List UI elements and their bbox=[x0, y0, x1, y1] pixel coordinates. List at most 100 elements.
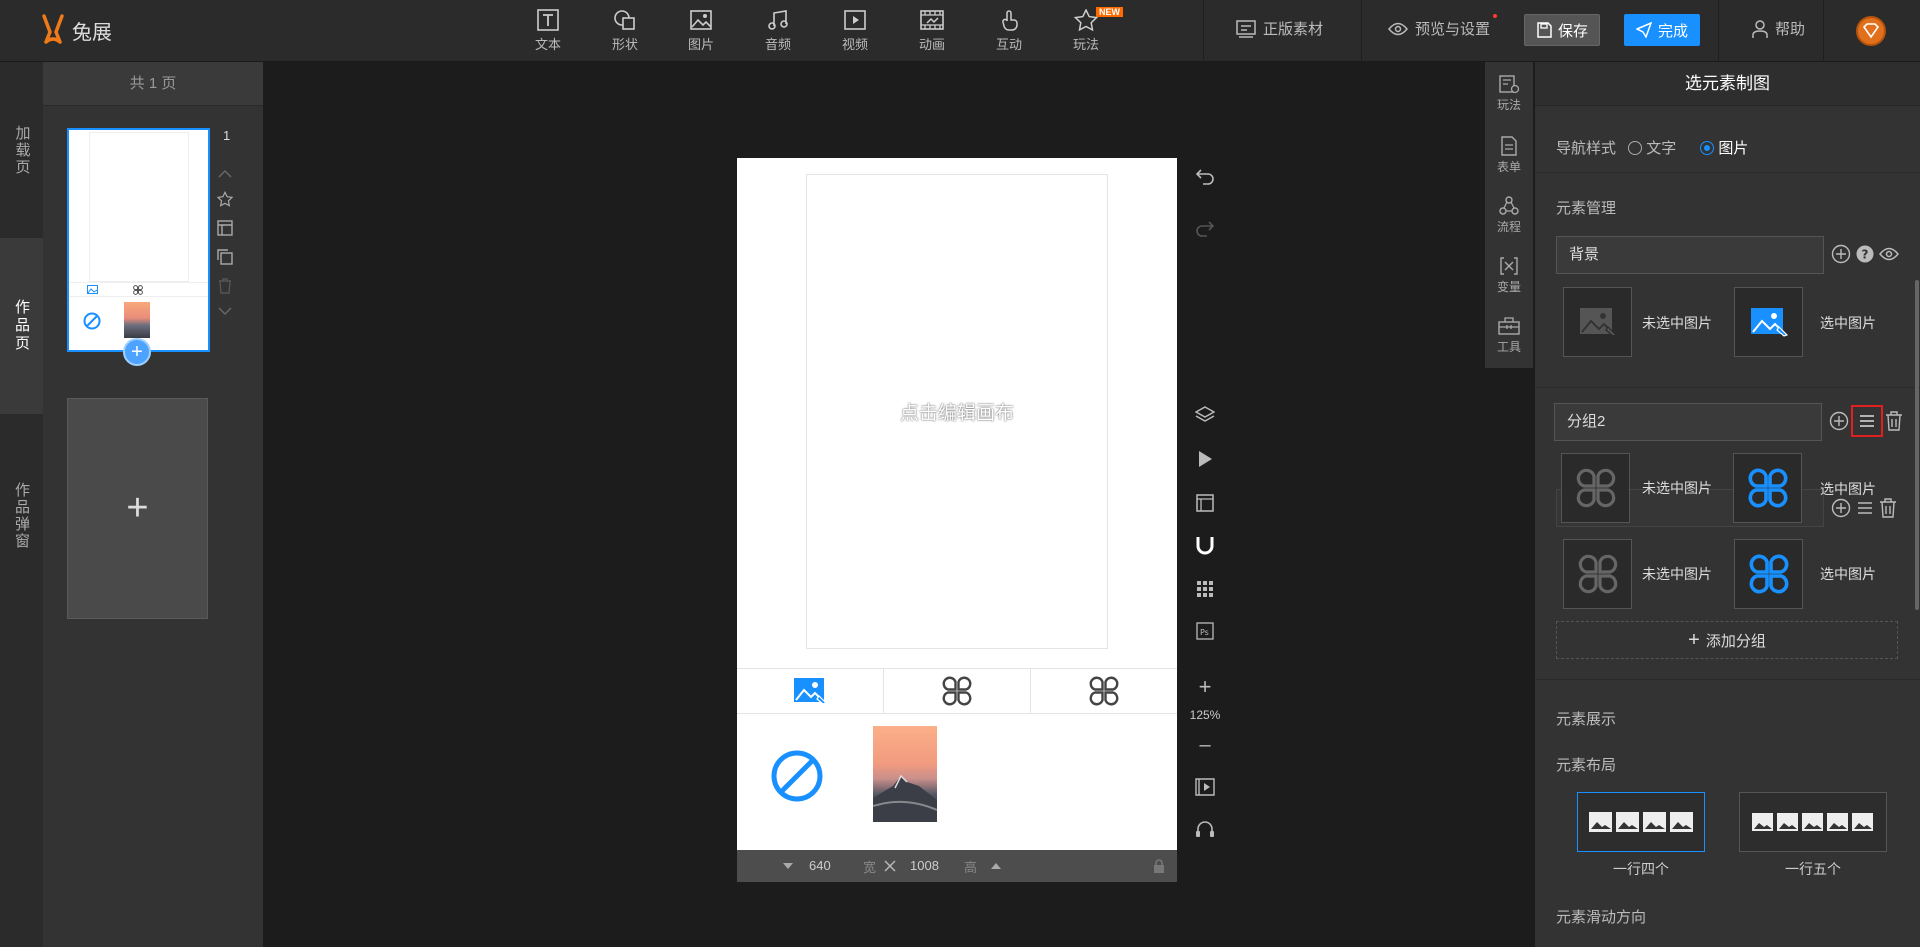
redo-button[interactable] bbox=[1178, 220, 1232, 238]
nav-work-page[interactable]: 作品页 bbox=[0, 238, 43, 414]
radio-text[interactable] bbox=[1628, 141, 1643, 155]
tab-form[interactable]: 表单 bbox=[1485, 136, 1533, 175]
selected-image-slot[interactable] bbox=[1733, 453, 1802, 523]
add-circle-icon[interactable] bbox=[1831, 498, 1851, 518]
width-input[interactable]: 640 bbox=[805, 856, 863, 876]
mountain-peak-shape bbox=[873, 774, 937, 822]
trash-icon[interactable] bbox=[1885, 411, 1903, 431]
layout-five-per-row[interactable] bbox=[1739, 792, 1887, 852]
toolbar-shape[interactable]: 形状 bbox=[602, 9, 648, 53]
add-page-button[interactable]: + bbox=[67, 398, 208, 619]
frame-button[interactable] bbox=[1178, 494, 1232, 512]
drag-handle-icon[interactable] bbox=[1855, 498, 1875, 518]
toolbar-text[interactable]: 文本 bbox=[525, 9, 571, 53]
add-page-below-button[interactable]: + bbox=[123, 338, 151, 366]
add-group-label: 添加分组 bbox=[1705, 632, 1766, 650]
unselected-image-slot[interactable] bbox=[1563, 287, 1632, 357]
drag-handle-highlighted[interactable] bbox=[1851, 405, 1883, 437]
grid-button[interactable] bbox=[1178, 580, 1232, 598]
canvas-mountain-photo[interactable] bbox=[873, 726, 937, 822]
chevron-up-icon[interactable] bbox=[218, 170, 232, 178]
add-circle-icon[interactable] bbox=[1831, 244, 1851, 264]
nav-style-image-option[interactable]: 图片 bbox=[1700, 140, 1748, 157]
canvas[interactable]: 点击编辑画布 bbox=[737, 158, 1177, 850]
nav-cell-group2[interactable] bbox=[884, 669, 1031, 713]
help-button[interactable]: 帮助 bbox=[1752, 18, 1805, 39]
thumb-inner-frame bbox=[89, 132, 189, 282]
zoom-out-button[interactable]: – bbox=[1178, 734, 1232, 757]
user-avatar[interactable] bbox=[1856, 16, 1886, 46]
toolbar-image[interactable]: 图片 bbox=[678, 9, 724, 53]
page-thumbnail[interactable] bbox=[67, 128, 210, 352]
toolbar-interaction[interactable]: 互动 bbox=[986, 9, 1032, 53]
template-icon[interactable] bbox=[217, 220, 233, 236]
toolbar-video-label: 视频 bbox=[841, 37, 868, 52]
selected-image-label: 选中图片 bbox=[1820, 566, 1876, 582]
nav-loading-page[interactable]: 加载页 bbox=[0, 100, 43, 200]
copy-icon[interactable] bbox=[217, 249, 233, 265]
magnet-icon bbox=[1196, 537, 1214, 555]
zoom-in-button[interactable]: + bbox=[1178, 674, 1232, 700]
trash-icon[interactable] bbox=[1879, 498, 1897, 518]
nav-cell-background[interactable] bbox=[737, 669, 884, 713]
five-images-icon bbox=[1752, 813, 1873, 831]
lock-icon[interactable] bbox=[1153, 859, 1165, 873]
height-input[interactable]: 1008 bbox=[906, 856, 964, 876]
close-icon[interactable] bbox=[884, 860, 896, 872]
nav-style-text-label: 文字 bbox=[1646, 140, 1677, 157]
preview-play-button[interactable] bbox=[1178, 778, 1232, 796]
licensed-assets-link[interactable]: 正版素材 bbox=[1236, 18, 1323, 39]
selected-image-slot[interactable] bbox=[1734, 287, 1803, 357]
toolbar-audio[interactable]: 音频 bbox=[755, 9, 801, 53]
width-unit: 宽 bbox=[863, 859, 877, 875]
unselected-image-slot[interactable] bbox=[1561, 453, 1630, 523]
caret-up-icon[interactable] bbox=[991, 863, 1002, 869]
play-button[interactable] bbox=[1178, 450, 1232, 468]
trash-icon[interactable] bbox=[218, 278, 232, 294]
nav-work-popup[interactable]: 作品弹窗 bbox=[0, 426, 43, 606]
add-group-button[interactable]: + 添加分组 bbox=[1556, 621, 1898, 659]
toolbar-video[interactable]: 视频 bbox=[832, 9, 878, 53]
thumb-ban-icon bbox=[83, 312, 101, 330]
star-icon[interactable] bbox=[217, 191, 233, 207]
toolbar-gameplay[interactable]: 玩法 NEW bbox=[1063, 7, 1123, 53]
undo-button[interactable] bbox=[1178, 168, 1232, 186]
radio-image[interactable] bbox=[1700, 141, 1715, 155]
divider bbox=[1535, 387, 1920, 388]
interaction-icon bbox=[1002, 10, 1018, 31]
chevron-down-icon[interactable] bbox=[218, 307, 232, 315]
selected-image-label: 选中图片 bbox=[1820, 315, 1876, 331]
toolbar-divider bbox=[1203, 0, 1204, 62]
group-name-input[interactable]: 背景 bbox=[1556, 236, 1824, 274]
tab-tools[interactable]: 工具 bbox=[1485, 316, 1533, 355]
tab-variable[interactable]: 变量 bbox=[1485, 256, 1533, 295]
preview-settings-button[interactable]: 预览与设置 bbox=[1388, 14, 1498, 39]
add-circle-icon[interactable] bbox=[1829, 411, 1849, 431]
layers-button[interactable] bbox=[1178, 406, 1232, 424]
tab-gameplay[interactable]: 玩法 bbox=[1485, 74, 1533, 113]
tab-flow[interactable]: 流程 bbox=[1485, 196, 1533, 235]
visibility-eye-icon[interactable] bbox=[1879, 247, 1899, 261]
nav-cell-group3[interactable] bbox=[1031, 669, 1177, 713]
toolbar-animation[interactable]: 动画 bbox=[909, 9, 955, 53]
done-button[interactable]: 完成 bbox=[1624, 14, 1700, 46]
canvas-ban-element[interactable] bbox=[770, 749, 824, 803]
caret-down-icon[interactable] bbox=[783, 863, 793, 869]
element-layout-label: 元素布局 bbox=[1556, 757, 1617, 774]
layout-four-per-row[interactable] bbox=[1577, 792, 1705, 852]
magnet-button[interactable] bbox=[1178, 536, 1232, 556]
panel-scrollbar[interactable] bbox=[1915, 280, 1919, 610]
app-logo[interactable]: 兔展 bbox=[40, 14, 112, 46]
psd-import-button[interactable]: Ps bbox=[1178, 622, 1232, 640]
nav-style-text-option[interactable]: 文字 bbox=[1628, 140, 1676, 157]
group-name-input[interactable]: 分组2 bbox=[1554, 403, 1822, 441]
save-button[interactable]: 保存 bbox=[1524, 14, 1600, 46]
four-images-icon bbox=[1589, 812, 1693, 832]
send-icon bbox=[1635, 22, 1652, 38]
thumb-mountain-photo bbox=[124, 302, 150, 338]
help-circle-icon[interactable]: ? bbox=[1855, 244, 1875, 264]
selected-image-slot[interactable] bbox=[1734, 539, 1803, 609]
support-button[interactable] bbox=[1178, 820, 1232, 840]
unselected-image-slot[interactable] bbox=[1563, 539, 1632, 609]
toolbar-audio-label: 音频 bbox=[764, 37, 791, 52]
